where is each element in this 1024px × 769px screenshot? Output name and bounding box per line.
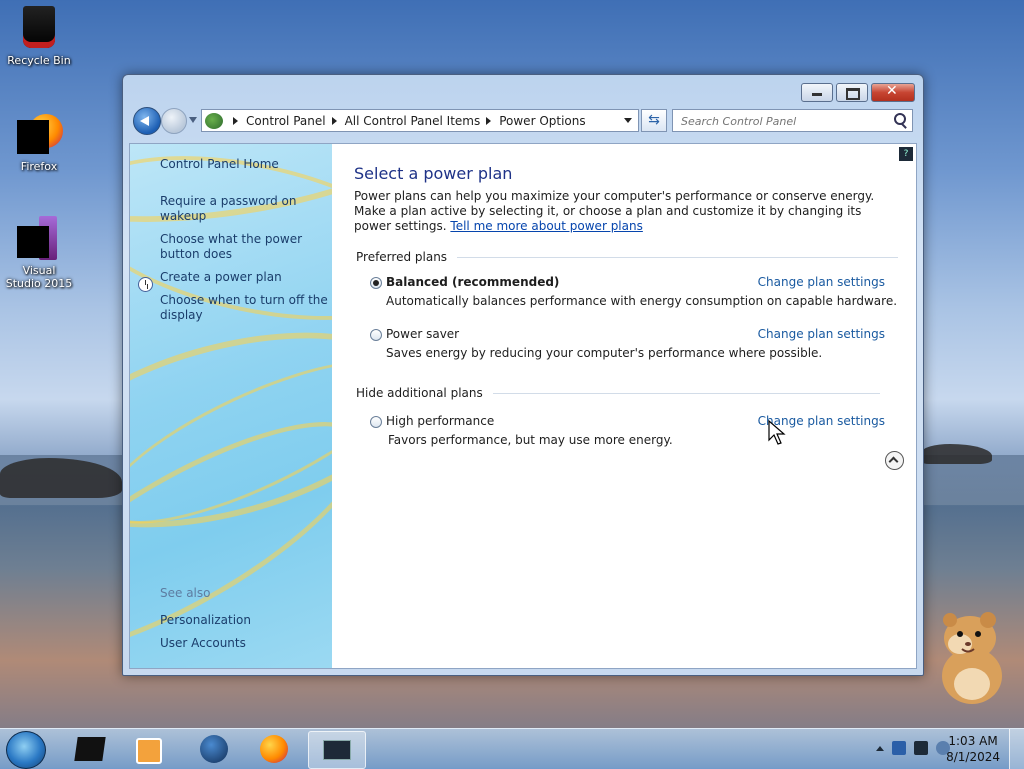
desktop-icon-label: Recycle Bin: [7, 54, 71, 67]
show-desktop-button[interactable]: [1009, 729, 1024, 769]
plan-power-saver: Power saver Change plan settings Saves e…: [370, 327, 885, 363]
sidebar-item-power-button[interactable]: Choose what the power button does: [160, 232, 328, 262]
power-options-window: ✕ Control Panel All Control Panel Items …: [122, 74, 924, 676]
preferred-plans-header: Preferred plans: [356, 250, 898, 264]
section-divider: [457, 256, 898, 258]
taskbar-clock[interactable]: 1:03 AM 8/1/2024: [946, 733, 1000, 765]
close-button[interactable]: ✕: [871, 83, 915, 102]
sidebar-item-require-password[interactable]: Require a password on wakeup: [160, 194, 328, 224]
recycle-bin-icon: [17, 6, 61, 52]
see-also-heading: See also: [160, 586, 211, 600]
hide-additional-plans-label[interactable]: Hide additional plans: [356, 386, 483, 400]
sidebar-item-create-plan[interactable]: Create a power plan: [160, 270, 328, 285]
preferred-plans-label: Preferred plans: [356, 250, 448, 264]
minimize-button[interactable]: [801, 83, 833, 102]
clock-time: 1:03 AM: [948, 734, 998, 748]
desktop-icon-firefox[interactable]: Firefox: [0, 112, 78, 173]
change-plan-settings-link[interactable]: Change plan settings: [758, 275, 885, 289]
section-divider: [492, 392, 880, 394]
globe-icon: [200, 735, 228, 763]
breadcrumb-control-panel[interactable]: Control Panel: [246, 114, 326, 128]
show-hidden-icons-icon[interactable]: [876, 745, 884, 751]
search-input[interactable]: [679, 111, 883, 131]
tray-display-icon[interactable]: [914, 741, 928, 755]
firefox-icon: [260, 735, 288, 763]
clock-icon: [138, 277, 153, 292]
refresh-button[interactable]: ⇆: [641, 109, 667, 132]
breadcrumb-power-options[interactable]: Power Options: [499, 114, 585, 128]
collapse-chevron-up-icon[interactable]: [885, 451, 904, 470]
desktop-icon-visual-studio[interactable]: Visual Studio 2015: [0, 216, 78, 290]
search-box[interactable]: [672, 109, 913, 132]
content-area: Control Panel Home Require a password on…: [129, 143, 917, 669]
sidebar-item-user-accounts[interactable]: User Accounts: [160, 632, 251, 655]
plan-description: Automatically balances performance with …: [386, 294, 898, 308]
sidebar-item-control-panel-home[interactable]: Control Panel Home: [160, 157, 328, 172]
control-panel-icon: [205, 112, 223, 129]
breadcrumb-separator-icon[interactable]: [486, 116, 492, 125]
plan-balanced: Balanced (recommended) Change plan setti…: [370, 275, 897, 311]
desktop-icon-recycle-bin[interactable]: Recycle Bin: [0, 6, 78, 67]
hide-additional-plans-header[interactable]: Hide additional plans: [356, 386, 880, 400]
firefox-icon: [17, 112, 63, 158]
desktop-pet-hamster[interactable]: [930, 606, 1010, 706]
back-button[interactable]: [133, 107, 161, 135]
sidebar-item-personalization[interactable]: Personalization: [160, 609, 251, 632]
plan-name[interactable]: Balanced (recommended): [386, 275, 559, 289]
plan-radio-power-saver[interactable]: [370, 329, 382, 341]
desktop-icon-label: Firefox: [20, 160, 58, 173]
breadcrumb-separator-icon[interactable]: [331, 116, 337, 125]
taskbar-item-media-player[interactable]: [120, 731, 176, 767]
maximize-button[interactable]: [836, 83, 868, 102]
plan-name[interactable]: High performance: [386, 414, 494, 428]
plan-description: Saves energy by reducing your computer's…: [386, 346, 823, 360]
address-dropdown-icon[interactable]: [624, 118, 632, 123]
taskbar: 1:03 AM 8/1/2024: [0, 728, 1024, 769]
main-panel: ? Select a power plan Power plans can he…: [332, 144, 916, 668]
breadcrumb-all-items[interactable]: All Control Panel Items: [345, 114, 481, 128]
desktop-rocks-right: [922, 444, 992, 464]
change-plan-settings-link[interactable]: Change plan settings: [758, 327, 885, 341]
sidebar-item-turn-off-display[interactable]: Choose when to turn off the display: [160, 293, 328, 323]
sidebar: Control Panel Home Require a password on…: [130, 144, 332, 668]
system-tray: [876, 741, 950, 755]
search-icon[interactable]: [894, 113, 906, 125]
control-panel-window-icon: [323, 740, 351, 760]
clock-date: 8/1/2024: [946, 750, 1000, 764]
desktop-icon-label: Visual Studio 2015: [5, 264, 73, 290]
plan-radio-balanced[interactable]: [370, 277, 382, 289]
taskbar-item-firefox[interactable]: [246, 731, 302, 767]
help-icon[interactable]: ?: [899, 147, 913, 161]
see-also-links: Personalization User Accounts: [160, 609, 251, 655]
address-bar[interactable]: Control Panel All Control Panel Items Po…: [201, 109, 639, 132]
learn-more-link[interactable]: Tell me more about power plans: [450, 219, 642, 233]
breadcrumb-separator-icon[interactable]: [233, 116, 238, 125]
media-player-icon: [136, 738, 162, 764]
recent-pages-dropdown[interactable]: [189, 117, 197, 123]
forward-button[interactable]: [161, 108, 187, 134]
close-icon: ✕: [886, 83, 898, 99]
plan-radio-high-performance[interactable]: [370, 416, 382, 428]
visual-studio-icon: [17, 216, 61, 262]
refresh-icon: ⇆: [648, 112, 660, 128]
page-description: Power plans can help you maximize your c…: [354, 189, 889, 234]
sidebar-tasks: Control Panel Home Require a password on…: [160, 157, 328, 331]
black-box-icon: [74, 737, 106, 761]
plan-name[interactable]: Power saver: [386, 327, 459, 341]
page-title: Select a power plan: [354, 164, 513, 183]
navigation-bar: Control Panel All Control Panel Items Po…: [131, 107, 915, 135]
taskbar-item-app[interactable]: [62, 731, 118, 767]
plan-high-performance: High performance Change plan settings Fa…: [370, 414, 885, 450]
tray-flag-icon[interactable]: [892, 741, 906, 755]
taskbar-item-control-panel[interactable]: [308, 731, 366, 769]
start-button[interactable]: [6, 731, 46, 769]
caption-buttons: ✕: [798, 83, 915, 102]
taskbar-item-browser[interactable]: [186, 731, 242, 767]
plan-description: Favors performance, but may use more ene…: [388, 433, 673, 447]
